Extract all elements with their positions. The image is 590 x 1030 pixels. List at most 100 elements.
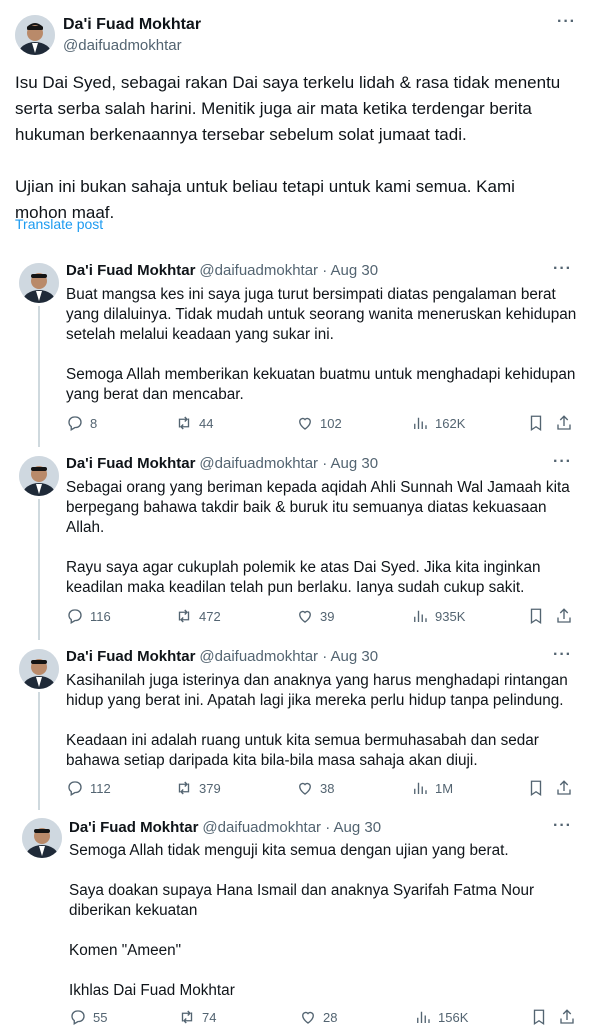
repost-button[interactable]: 379 bbox=[175, 779, 221, 797]
author-name[interactable]: Da'i Fuad Mokhtar bbox=[66, 648, 195, 665]
repost-count: 379 bbox=[199, 780, 221, 796]
like-count: 102 bbox=[320, 415, 342, 431]
reply-count: 112 bbox=[90, 780, 111, 796]
share-icon bbox=[557, 608, 571, 623]
like-count: 39 bbox=[320, 608, 335, 624]
views-button[interactable]: 1M bbox=[411, 779, 453, 797]
repost-button[interactable]: 74 bbox=[178, 1008, 216, 1026]
reply-button[interactable]: 112 bbox=[66, 779, 111, 797]
share-button[interactable] bbox=[555, 779, 573, 797]
repost-icon bbox=[178, 416, 190, 430]
views-button[interactable]: 162K bbox=[411, 414, 465, 432]
bookmark-icon bbox=[530, 608, 542, 625]
reply-post[interactable]: Da'i Fuad Mokhtar @daifuadmokhtar · Aug 3… bbox=[0, 254, 590, 447]
author-name[interactable]: Da'i Fuad Mokhtar bbox=[66, 262, 195, 279]
share-icon bbox=[557, 780, 571, 795]
reply-header: Da'i Fuad Mokhtar @daifuadmokhtar · Aug 3… bbox=[66, 262, 378, 279]
reply-header: Da'i Fuad Mokhtar @daifuadmokhtar · Aug 3… bbox=[66, 648, 378, 665]
repost-icon bbox=[178, 609, 190, 623]
reply-count: 55 bbox=[93, 1009, 108, 1025]
more-icon[interactable]: ··· bbox=[553, 817, 572, 835]
author-name[interactable]: Da'i Fuad Mokhtar bbox=[63, 16, 201, 34]
like-button[interactable]: 39 bbox=[296, 607, 334, 625]
views-button[interactable]: 935K bbox=[411, 607, 465, 625]
translate-post-link[interactable]: Translate post bbox=[15, 216, 103, 232]
bookmark-icon bbox=[530, 415, 542, 432]
views-icon bbox=[414, 610, 427, 622]
author-meta[interactable]: @daifuadmokhtar · Aug 30 bbox=[202, 819, 381, 836]
like-button[interactable]: 28 bbox=[299, 1008, 337, 1026]
action-bar: 116 472 39 935K bbox=[66, 607, 576, 629]
share-button[interactable] bbox=[555, 414, 573, 432]
reply-icon bbox=[71, 1010, 85, 1025]
reply-icon bbox=[68, 781, 82, 796]
reply-header: Da'i Fuad Mokhtar @daifuadmokhtar · Aug 3… bbox=[66, 455, 378, 472]
thread-line bbox=[38, 692, 40, 810]
like-icon bbox=[302, 1011, 314, 1024]
share-icon bbox=[557, 415, 571, 430]
bookmark-icon bbox=[530, 780, 542, 797]
view-count: 162K bbox=[435, 415, 466, 431]
reply-header: Da'i Fuad Mokhtar @daifuadmokhtar · Aug 3… bbox=[69, 819, 381, 836]
bookmark-button[interactable] bbox=[530, 1008, 548, 1026]
more-icon[interactable]: ··· bbox=[557, 13, 576, 31]
share-button[interactable] bbox=[555, 607, 573, 625]
reply-button[interactable]: 55 bbox=[69, 1008, 107, 1026]
reply-button[interactable]: 8 bbox=[66, 414, 97, 432]
author-meta[interactable]: @daifuadmokhtar · Aug 30 bbox=[199, 648, 378, 665]
view-count: 156K bbox=[438, 1009, 469, 1025]
more-icon[interactable]: ··· bbox=[553, 646, 572, 664]
avatar[interactable] bbox=[22, 818, 62, 858]
like-button[interactable]: 102 bbox=[296, 414, 342, 432]
reply-text: Sebagai orang yang beriman kepada aqidah… bbox=[66, 479, 570, 596]
action-bar: 55 74 28 156K bbox=[69, 1008, 579, 1030]
bookmark-icon bbox=[533, 1009, 545, 1026]
repost-button[interactable]: 472 bbox=[175, 607, 221, 625]
action-bar: 112 379 38 1M bbox=[66, 779, 576, 801]
author-handle[interactable]: @daifuadmokhtar bbox=[63, 37, 182, 54]
reply-post[interactable]: Da'i Fuad Mokhtar @daifuadmokhtar · Aug 3… bbox=[0, 810, 590, 1030]
bookmark-button[interactable] bbox=[527, 607, 545, 625]
avatar[interactable] bbox=[19, 649, 59, 689]
like-icon bbox=[299, 782, 311, 795]
avatar[interactable] bbox=[19, 456, 59, 496]
action-bar: 8 44 102 162K bbox=[66, 414, 576, 436]
like-count: 28 bbox=[323, 1009, 338, 1025]
reply-text: Semoga Allah tidak menguji kita semua de… bbox=[69, 842, 535, 999]
repost-icon bbox=[181, 1010, 193, 1024]
more-icon[interactable]: ··· bbox=[553, 260, 572, 278]
more-icon[interactable]: ··· bbox=[553, 453, 572, 471]
post-text: Isu Dai Syed, sebagai rakan Dai saya ter… bbox=[15, 73, 561, 222]
reply-button[interactable]: 116 bbox=[66, 607, 111, 625]
author-name[interactable]: Da'i Fuad Mokhtar bbox=[69, 819, 198, 836]
avatar[interactable] bbox=[19, 263, 59, 303]
reply-text: Kasihanilah juga isterinya dan anaknya y… bbox=[66, 672, 568, 769]
views-icon bbox=[414, 782, 427, 794]
repost-button[interactable]: 44 bbox=[175, 414, 213, 432]
author-meta[interactable]: @daifuadmokhtar · Aug 30 bbox=[199, 455, 378, 472]
author-name[interactable]: Da'i Fuad Mokhtar bbox=[66, 455, 195, 472]
repost-count: 74 bbox=[202, 1009, 217, 1025]
reply-count: 8 bbox=[90, 415, 98, 431]
views-button[interactable]: 156K bbox=[414, 1008, 468, 1026]
reply-post[interactable]: Da'i Fuad Mokhtar @daifuadmokhtar · Aug 3… bbox=[0, 640, 590, 810]
thread-line bbox=[38, 306, 40, 447]
views-icon bbox=[417, 1011, 430, 1023]
repost-count: 472 bbox=[199, 608, 221, 624]
like-button[interactable]: 38 bbox=[296, 779, 334, 797]
thread-line bbox=[38, 499, 40, 640]
reply-icon bbox=[68, 416, 82, 431]
views-icon bbox=[414, 417, 427, 429]
view-count: 1M bbox=[435, 780, 454, 796]
reply-text: Buat mangsa kes ini saya juga turut bers… bbox=[66, 286, 577, 403]
bookmark-button[interactable] bbox=[527, 414, 545, 432]
avatar[interactable] bbox=[15, 15, 55, 55]
reply-post[interactable]: Da'i Fuad Mokhtar @daifuadmokhtar · Aug 3… bbox=[0, 447, 590, 640]
share-button[interactable] bbox=[558, 1008, 576, 1026]
reply-icon bbox=[68, 609, 82, 624]
like-count: 38 bbox=[320, 780, 335, 796]
like-icon bbox=[299, 417, 311, 430]
bookmark-button[interactable] bbox=[527, 779, 545, 797]
author-meta[interactable]: @daifuadmokhtar · Aug 30 bbox=[199, 262, 378, 279]
repost-count: 44 bbox=[199, 415, 214, 431]
